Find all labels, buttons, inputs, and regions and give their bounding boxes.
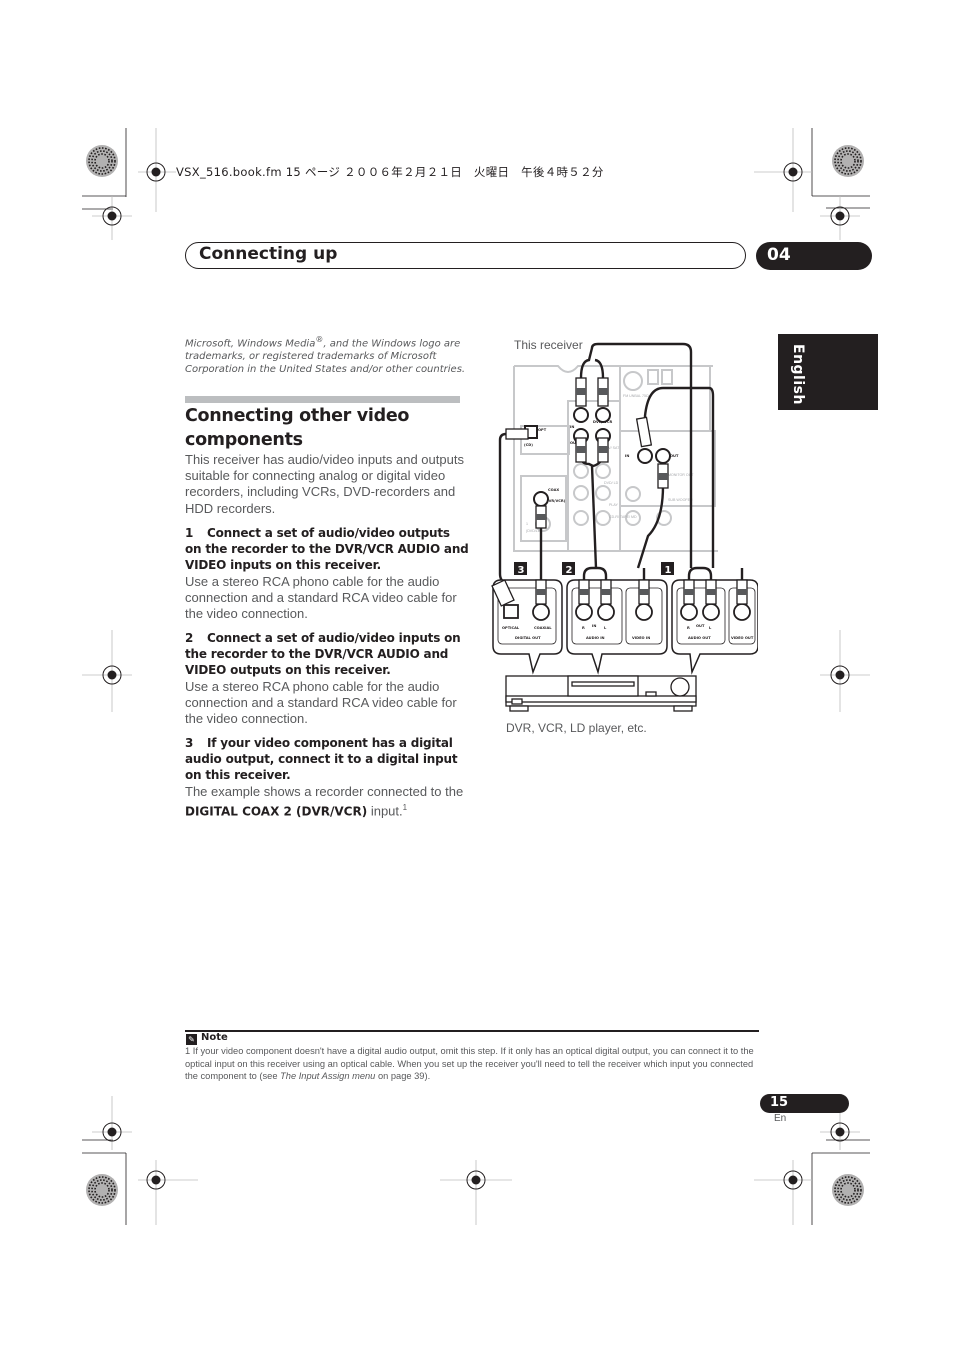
recorder-device-illustration [505,675,697,712]
trademark-text: Microsoft, Windows Media [185,338,316,350]
callout-2: 2 [566,565,573,576]
note-heading: Note [201,1032,228,1043]
step-3: 3 If your video component has a digital a… [185,735,470,819]
digital-out-label: DIGITAL OUT [515,636,541,640]
step-body-text: The example shows a recorder connected t… [185,783,464,799]
input-name: DIGITAL COAX 2 (DVR/VCR) [185,804,368,819]
note-rule [185,1030,759,1032]
coax-label: COAX [548,488,559,492]
step-heading-text: Connect a set of audio/video inputs on t… [185,631,461,678]
page-number: 15 [770,1095,789,1110]
connection-diagram: FM UNBAL 75Ω DVD/ LD TV/ SAT PLAY CD-R/ … [488,336,759,746]
chapter-title: Connecting up [199,244,338,264]
note-text-end: on page 39). [375,1071,431,1081]
coaxial-label: COAXIAL [534,626,552,630]
step-heading: 1 Connect a set of audio/video outputs on… [185,525,470,574]
audio-in-badge: IN [592,624,596,628]
language-tab-label: English [790,344,806,405]
footnote-ref: 1 [402,802,408,812]
dvd-ld-label: DVD/ LD [604,481,619,485]
audio-out-badge: OUT [696,624,705,628]
step-heading-text: Connect a set of audio/video outputs on … [185,526,469,573]
audio-in-r-label: R [582,626,585,630]
video-out-label: VIDEO OUT [731,636,754,640]
receiver-label: This receiver [514,338,583,352]
registration-marks [82,128,870,1225]
file-info: VSX_516.book.fm 15 ページ ２００６年２月２１日 火曜日 午後… [176,165,604,179]
section-intro: This receiver has audio/video inputs and… [185,452,464,516]
audio-out-label: AUDIO OUT [688,636,711,640]
audio-in-label: AUDIO IN [586,636,605,640]
cd-r-tape-label: CD-R/ TAPE/ MD [609,515,637,519]
note-pencil-icon: ✎ [186,1034,197,1045]
opt-label: OPT [538,428,547,432]
step-heading: 3 If your video component has a digital a… [185,735,470,784]
video-in-label: VIDEO IN [632,636,650,640]
trademark-note: Microsoft, Windows Media®, and the Windo… [185,333,470,376]
note-text-body: 1 If your video component doesn't have a… [185,1046,754,1081]
step-heading: 2 Connect a set of audio/video inputs on … [185,630,470,679]
step-body: Use a stereo RCA phono cable for the aud… [185,573,457,622]
step-body-text-end: input. [367,803,403,819]
video-in-jack-label: IN [625,454,629,458]
monitor-out-jack-label: OUT [670,454,679,458]
section-rule [185,396,460,403]
step-body: Use a stereo RCA phono cable for the aud… [185,678,457,727]
step-1: 1 Connect a set of audio/video outputs on… [185,525,470,622]
in-label: IN [570,425,574,429]
coax-1-label: 1 [526,522,528,526]
diagram-svg: FM UNBAL 75Ω DVD/ LD TV/ SAT PLAY CD-R/ … [491,338,759,735]
device-label: DVR, VCR, LD player, etc. [506,721,647,735]
step-number: 3 [185,736,194,750]
callout-3: 3 [518,565,525,576]
step-body: The example shows a recorder connected t… [185,784,470,820]
note-reference-title: The Input Assign menu [280,1071,376,1081]
step-number: 2 [185,631,194,645]
section-title: Connecting other video components [185,406,410,450]
subwoofer-label: SUB WOOFER [668,498,693,502]
note-text: 1 If your video component doesn't have a… [185,1045,759,1083]
dvd-ld-coax-label: (DVD/LD) [526,529,542,533]
page-language: En [774,1113,787,1124]
cd-label: (CD) [524,443,533,447]
callout-1: 1 [665,565,672,576]
step-2: 2 Connect a set of audio/video inputs on … [185,630,470,727]
step-heading-text: If your video component has a digital au… [185,736,458,783]
audio-out-r-label: R [687,626,690,630]
step-number: 1 [185,526,194,540]
fm-label: FM UNBAL 75Ω [623,394,649,398]
chapter-number: 04 [767,245,791,265]
play-label: PLAY [609,503,619,507]
optical-label: OPTICAL [502,626,520,630]
